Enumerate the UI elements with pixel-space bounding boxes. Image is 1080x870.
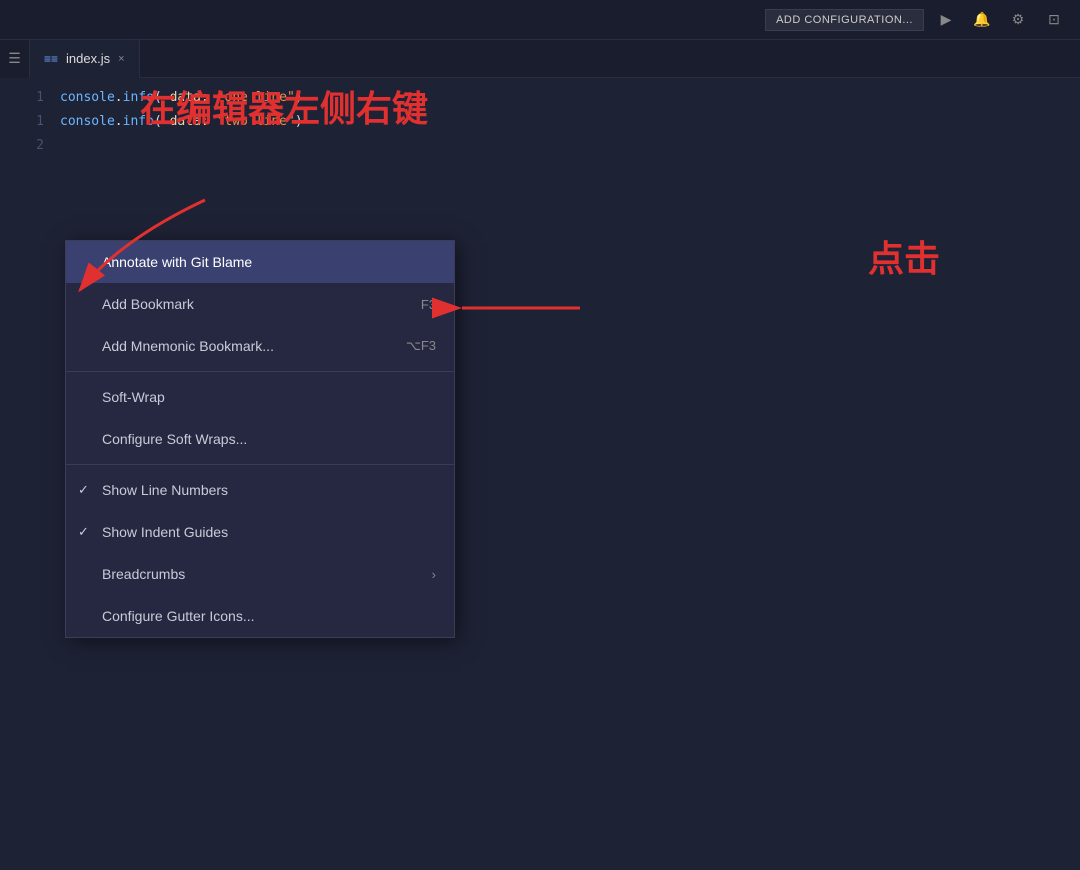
sidebar-toggle[interactable]: ☰	[0, 40, 30, 78]
add-config-button[interactable]: ADD CONFIGURATION...	[765, 9, 924, 31]
code-line-1: console.info( data: "one line")	[60, 86, 1080, 110]
check-icon: ✓	[78, 482, 89, 498]
line-number-1: 1	[0, 86, 60, 110]
menu-item-label: Soft-Wrap	[102, 389, 165, 405]
editor-gutter: 1 1 2	[0, 78, 60, 870]
menu-item-label: Add Mnemonic Bookmark...	[102, 338, 274, 354]
menu-item-label: Configure Gutter Icons...	[102, 608, 255, 624]
menu-item-shortcut: ⌥F3	[406, 338, 436, 354]
menu-divider	[66, 464, 454, 465]
menu-item-show-indent-guides[interactable]: ✓ Show Indent Guides	[66, 511, 454, 553]
code-method-2: console	[60, 114, 115, 129]
code-keyword-1: info	[123, 90, 154, 105]
submenu-arrow-icon: ›	[432, 567, 436, 582]
code-method-1: console	[60, 90, 115, 105]
menu-item-label: Annotate with Git Blame	[102, 254, 252, 270]
menu-item-label: Configure Soft Wraps...	[102, 431, 247, 447]
menu-item-label: Breadcrumbs	[102, 566, 185, 582]
menu-item-configure-soft-wraps[interactable]: Configure Soft Wraps...	[66, 418, 454, 460]
menu-item-soft-wrap[interactable]: Soft-Wrap	[66, 376, 454, 418]
check-icon: ✓	[78, 524, 89, 540]
menu-item-add-bookmark[interactable]: Add Bookmark F3	[66, 283, 454, 325]
menu-item-configure-gutter-icons[interactable]: Configure Gutter Icons...	[66, 595, 454, 637]
tab-bar: ☰ ≡≡ index.js ×	[0, 40, 1080, 78]
menu-item-label: Show Indent Guides	[102, 524, 228, 540]
menu-item-label: Add Bookmark	[102, 296, 194, 312]
line-number-2: 1	[0, 110, 60, 134]
menu-item-breadcrumbs[interactable]: Breadcrumbs ›	[66, 553, 454, 595]
code-line-3	[60, 134, 1080, 158]
menu-item-annotate-git-blame[interactable]: Annotate with Git Blame	[66, 241, 454, 283]
context-menu: Annotate with Git BlameAdd BookmarkF3Add…	[65, 240, 455, 638]
top-bar: ADD CONFIGURATION... ▶ 🔔 ⚙ ⊡	[0, 0, 1080, 40]
settings-icon[interactable]: ⚙	[1004, 6, 1032, 34]
code-line-2: console.info( data: "two line")	[60, 110, 1080, 134]
run-icon[interactable]: ▶	[932, 6, 960, 34]
menu-divider	[66, 371, 454, 372]
top-bar-right: ADD CONFIGURATION... ▶ 🔔 ⚙ ⊡	[765, 6, 1068, 34]
tab-file-icon: ≡≡	[44, 52, 58, 66]
menu-item-label: Show Line Numbers	[102, 482, 228, 498]
code-keyword-2: info	[123, 114, 154, 129]
layout-icon[interactable]: ⊡	[1040, 6, 1068, 34]
menu-item-show-line-numbers[interactable]: ✓ Show Line Numbers	[66, 469, 454, 511]
editor-tab[interactable]: ≡≡ index.js ×	[30, 40, 140, 78]
tab-close-button[interactable]: ×	[118, 53, 124, 65]
menu-item-shortcut: F3	[421, 297, 436, 312]
notification-icon[interactable]: 🔔	[968, 6, 996, 34]
menu-item-add-mnemonic-bookmark[interactable]: Add Mnemonic Bookmark... ⌥F3	[66, 325, 454, 367]
tab-filename: index.js	[66, 51, 110, 66]
line-number-3: 2	[0, 134, 60, 158]
